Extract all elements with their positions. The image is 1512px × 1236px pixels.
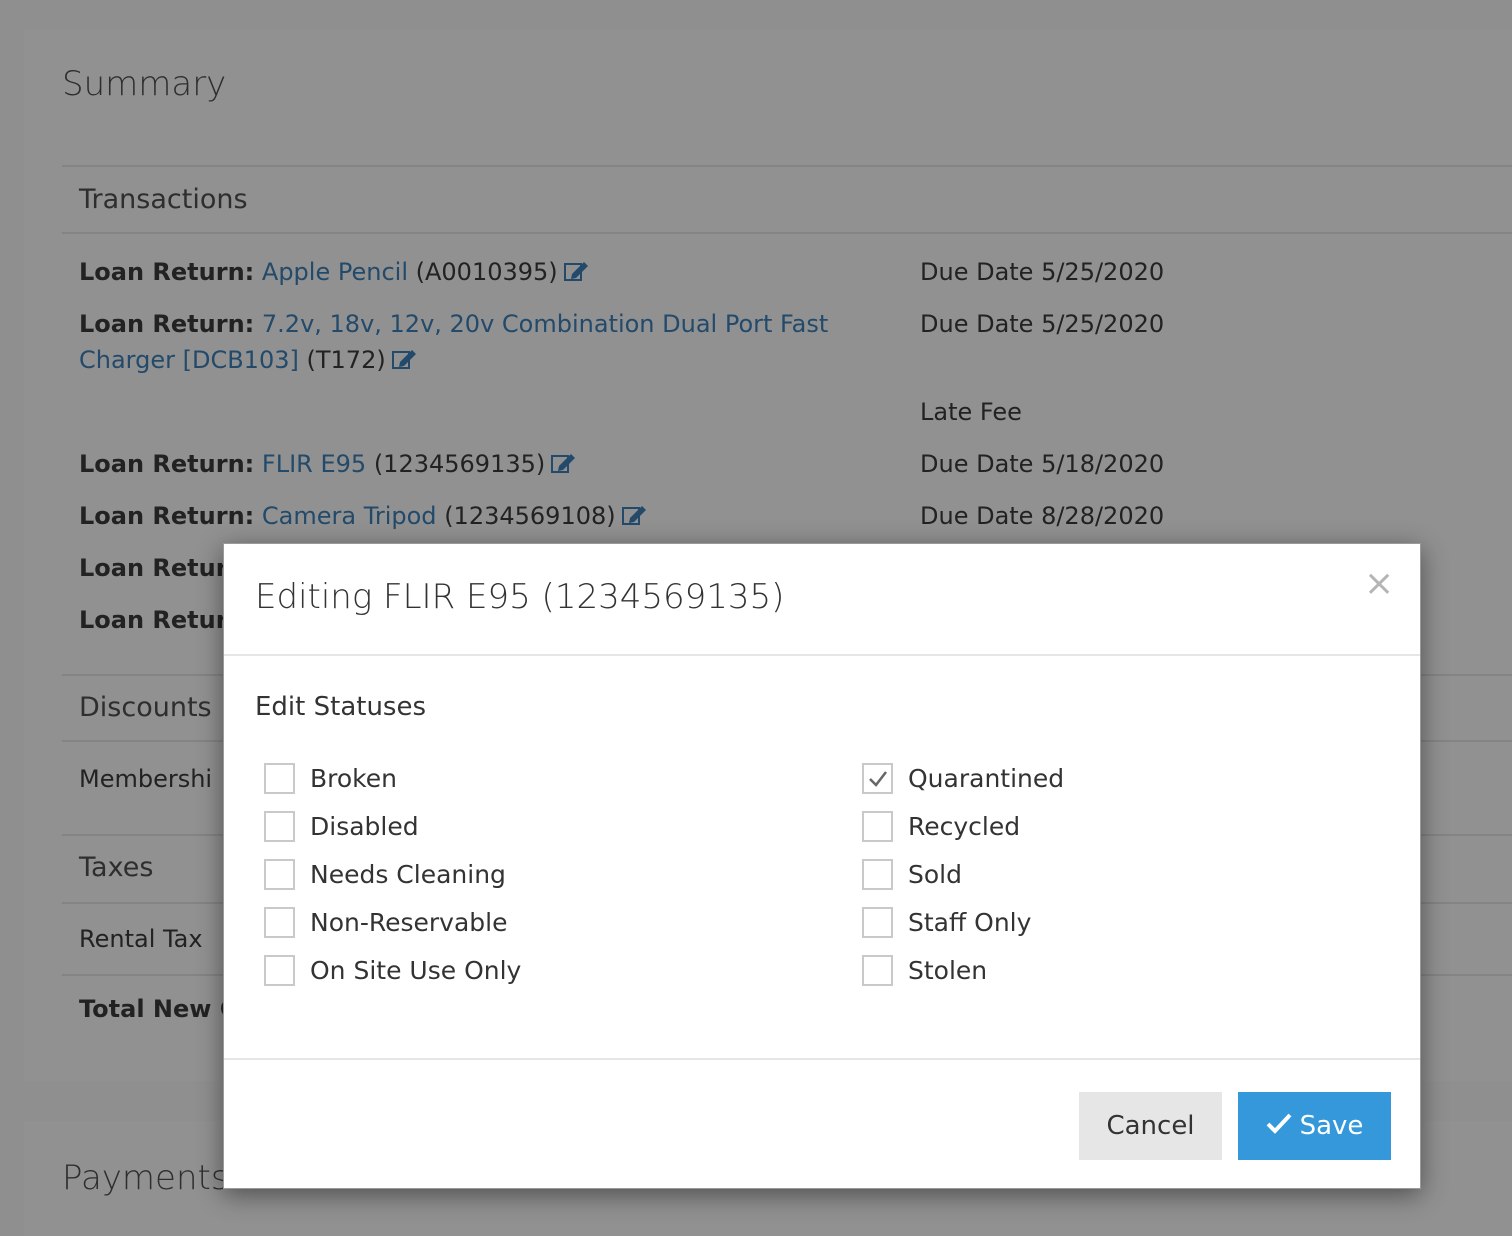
item-link[interactable]: Camera Tripod bbox=[262, 502, 437, 530]
save-button[interactable]: Save bbox=[1238, 1092, 1391, 1160]
checkbox[interactable] bbox=[862, 954, 893, 986]
checkbox-label: Sold bbox=[908, 859, 962, 889]
due-date: Due Date 5/25/2020 bbox=[920, 310, 1165, 338]
total-label: Total New C bbox=[79, 995, 238, 1023]
status-recycled[interactable]: Recycled bbox=[862, 808, 1020, 844]
status-staff-only[interactable]: Staff Only bbox=[862, 904, 1031, 940]
edit-statuses-label: Edit Statuses bbox=[255, 692, 427, 722]
item-link[interactable]: Apple Pencil bbox=[262, 258, 408, 286]
checkbox-label: On Site Use Only bbox=[310, 955, 522, 985]
item-link[interactable]: 7.2v, 18v, 12v, 20v Combination Dual Por… bbox=[262, 310, 828, 338]
close-button[interactable]: × bbox=[1364, 564, 1394, 604]
modal-footer: Cancel Save bbox=[224, 1058, 1420, 1188]
modal-body: Edit Statuses Broken Disabled Needs Clea… bbox=[224, 658, 1420, 1058]
discounts-title: Discounts bbox=[79, 692, 212, 723]
loan-return-label: Loan Return: bbox=[79, 502, 255, 530]
item-link-continued[interactable]: Charger [DCB103] bbox=[79, 346, 299, 374]
checkbox-label: Recycled bbox=[908, 811, 1021, 841]
transaction-row: Loan Return: Camera Tripod (1234569108) bbox=[79, 498, 839, 534]
save-label: Save bbox=[1299, 1111, 1364, 1141]
loan-return-label: Loan Return: bbox=[79, 258, 255, 286]
checkbox-label: Disabled bbox=[310, 811, 419, 841]
payments-title: Payments bbox=[62, 1158, 229, 1198]
late-fee-label: Late Fee bbox=[920, 398, 1022, 426]
modal-header: Editing FLIR E95 (1234569135) × bbox=[224, 544, 1420, 656]
item-code: (1234569135) bbox=[373, 450, 546, 478]
due-date: Due Date 8/28/2020 bbox=[920, 502, 1165, 530]
due-date: Due Date 5/25/2020 bbox=[920, 258, 1165, 286]
edit-status-modal: Editing FLIR E95 (1234569135) × Edit Sta… bbox=[223, 543, 1421, 1189]
edit-icon[interactable] bbox=[551, 448, 577, 473]
checkbox[interactable] bbox=[264, 762, 295, 794]
transaction-row: Loan Return: FLIR E95 (1234569135) bbox=[79, 446, 839, 482]
loan-return-label: Loan Retur bbox=[79, 554, 228, 582]
page: Summary Transactions Loan Return: Apple … bbox=[0, 0, 1512, 1236]
status-quarantined[interactable]: Quarantined bbox=[862, 760, 1064, 796]
taxes-title: Taxes bbox=[79, 852, 154, 883]
transactions-title: Transactions bbox=[79, 184, 248, 215]
status-on-site-use-only[interactable]: On Site Use Only bbox=[264, 952, 521, 988]
checkbox[interactable] bbox=[264, 810, 295, 842]
status-sold[interactable]: Sold bbox=[862, 856, 962, 892]
checkbox[interactable] bbox=[862, 810, 893, 842]
edit-icon[interactable] bbox=[391, 344, 418, 369]
loan-return-label: Loan Return: bbox=[79, 310, 255, 338]
divider bbox=[62, 165, 1512, 167]
transaction-row: Loan Return: 7.2v, 18v, 12v, 20v Combina… bbox=[79, 306, 839, 378]
item-code: (T172) bbox=[306, 346, 386, 374]
due-date: Due Date 5/18/2020 bbox=[920, 450, 1165, 478]
status-needs-cleaning[interactable]: Needs Cleaning bbox=[264, 856, 506, 892]
checkbox[interactable] bbox=[264, 906, 295, 938]
edit-icon[interactable] bbox=[563, 256, 590, 281]
item-code: (A0010395) bbox=[415, 258, 558, 286]
checkbox-label: Non-Reservable bbox=[310, 907, 508, 937]
status-non-reservable[interactable]: Non-Reservable bbox=[264, 904, 508, 940]
transaction-row: Loan Return: Apple Pencil (A0010395) bbox=[79, 254, 839, 290]
loan-return-label: Loan Retur bbox=[79, 606, 228, 634]
checkbox-label: Staff Only bbox=[908, 907, 1032, 937]
checkbox-label: Needs Cleaning bbox=[310, 859, 506, 889]
checkbox[interactable] bbox=[862, 906, 893, 938]
rental-tax-label: Rental Tax bbox=[79, 925, 203, 953]
check-icon bbox=[1266, 1111, 1292, 1141]
checkbox-label: Stolen bbox=[908, 955, 988, 985]
checkbox[interactable] bbox=[264, 858, 295, 890]
loan-return-label: Loan Return: bbox=[79, 450, 255, 478]
membership-label: Membershi bbox=[79, 765, 213, 793]
cancel-button[interactable]: Cancel bbox=[1079, 1092, 1222, 1160]
checkbox[interactable] bbox=[264, 954, 295, 986]
checkbox-checked[interactable] bbox=[862, 762, 893, 794]
status-stolen[interactable]: Stolen bbox=[862, 952, 987, 988]
summary-title: Summary bbox=[62, 64, 227, 104]
status-broken[interactable]: Broken bbox=[264, 760, 397, 796]
modal-title: Editing FLIR E95 (1234569135) bbox=[255, 577, 785, 617]
divider bbox=[62, 232, 1512, 234]
edit-icon[interactable] bbox=[621, 500, 648, 525]
item-link[interactable]: FLIR E95 bbox=[262, 450, 366, 478]
status-disabled[interactable]: Disabled bbox=[264, 808, 419, 844]
checkbox-label: Quarantined bbox=[908, 763, 1065, 793]
checkmark-icon bbox=[869, 770, 887, 787]
checkbox[interactable] bbox=[862, 858, 893, 890]
item-code: (1234569108) bbox=[444, 502, 616, 530]
checkbox-label: Broken bbox=[310, 763, 397, 793]
